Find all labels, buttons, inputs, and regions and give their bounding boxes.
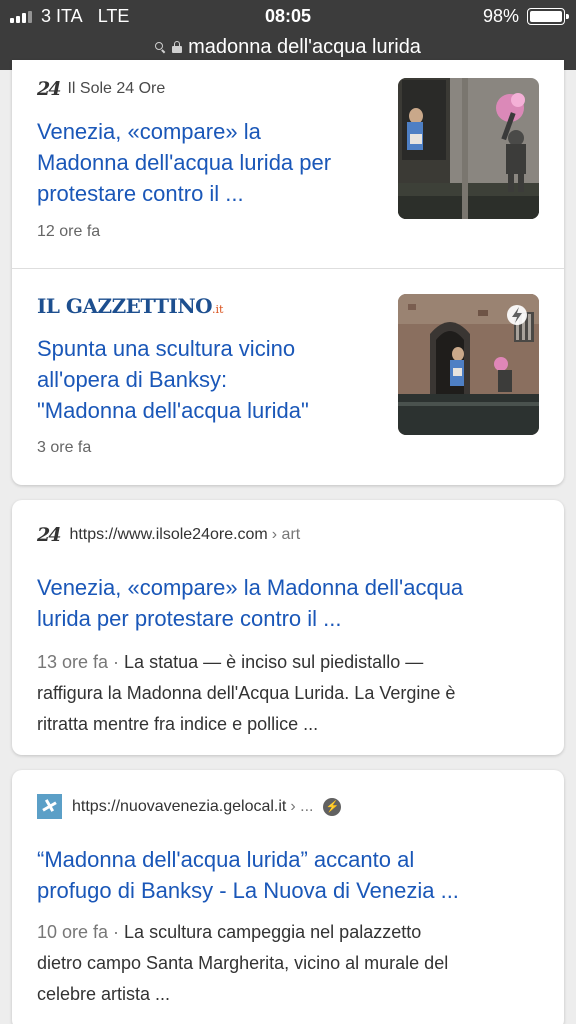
news-age: 12 ore fa (37, 223, 101, 240)
address-bar[interactable]: madonna dell'acqua lurida (0, 31, 576, 63)
amp-lightning-icon: ⚡ (323, 797, 342, 816)
news-source: 24 Il Sole 24 Ore (37, 78, 165, 100)
news-thumbnail[interactable] (398, 294, 539, 435)
result-title-link[interactable]: Venezia, «compare» la Madonna dell'acqua… (37, 572, 463, 634)
status-bar: 3 ITA LTE 08:05 98% (0, 0, 576, 32)
news-source: IL GAZZETTINO.it (37, 294, 223, 318)
news-age: 3 ore fa (37, 439, 92, 456)
source-name: Il Sole 24 Ore (67, 80, 166, 97)
address-query[interactable]: madonna dell'acqua lurida (188, 36, 421, 59)
top-stories-card: 24 Il Sole 24 Ore Venezia, «compare» la … (12, 60, 564, 485)
battery-icon (527, 8, 569, 25)
result-snippet: 13 ore fa · La statua — è inciso sul pie… (37, 652, 456, 734)
search-result: 24 https://www.ilsole24ore.com › art Ven… (12, 500, 564, 755)
nuovavenezia-favicon (37, 794, 62, 819)
result-url[interactable]: https://www.ilsole24ore.com (69, 526, 267, 544)
search-icon (155, 41, 166, 53)
result-date: 10 ore fa · (37, 922, 120, 942)
result-url[interactable]: https://nuovavenezia.gelocal.it (72, 798, 286, 816)
divider (12, 268, 564, 269)
result-breadcrumb: › art (271, 526, 301, 543)
news-title-link[interactable]: Spunta una scultura vicino all'opera di … (37, 333, 309, 426)
result-breadcrumb: › ... (290, 797, 314, 815)
news-thumbnail[interactable] (398, 78, 539, 219)
result-date: 13 ore fa · (37, 652, 120, 672)
lock-icon (172, 41, 183, 53)
search-result: https://nuovavenezia.gelocal.it › ... ⚡ … (12, 770, 564, 1024)
sole24ore-logo: 24 (37, 78, 61, 100)
news-item[interactable]: IL GAZZETTINO.it Spunta una scultura vic… (12, 270, 564, 485)
result-url-row[interactable]: 24 https://www.ilsole24ore.com › art (37, 524, 300, 546)
gazzettino-logo: IL GAZZETTINO.it (37, 294, 224, 318)
news-item[interactable]: 24 Il Sole 24 Ore Venezia, «compare» la … (12, 60, 564, 268)
result-snippet: 10 ore fa · La scultura campeggia nel pa… (37, 922, 449, 1004)
news-title-link[interactable]: Venezia, «compare» la Madonna dell'acqua… (37, 116, 331, 209)
result-url-row[interactable]: https://nuovavenezia.gelocal.it › ... ⚡ (37, 794, 342, 819)
battery-percent: 98% (483, 6, 520, 26)
sole24ore-favicon: 24 (37, 524, 61, 546)
result-title-link[interactable]: “Madonna dell'acqua lurida” accanto al p… (37, 844, 459, 906)
